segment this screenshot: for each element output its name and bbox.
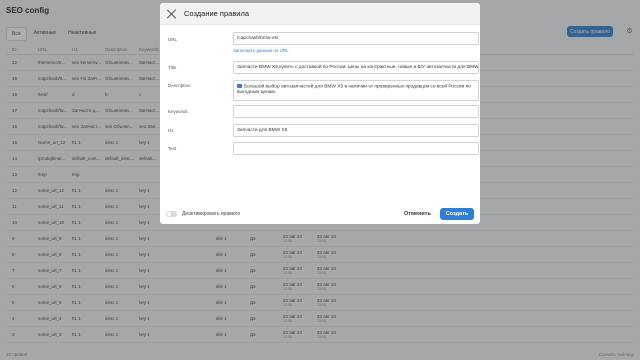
text-input[interactable]: [233, 142, 479, 155]
keywords-field-group: Keywords: [168, 104, 479, 119]
url-label: URL: [168, 37, 178, 42]
modal-footer: Деактивировать правило Отменить Создать: [160, 203, 480, 224]
fill-by-url-link[interactable]: Заполнить данные по URL: [233, 48, 289, 53]
modal-title: Создание правила: [184, 9, 250, 18]
text-label: Text: [168, 146, 177, 151]
keywords-label: Keywords: [168, 109, 188, 114]
title-field-group: Title Запчасти BMW X5 купить с доставкой…: [168, 60, 479, 75]
h1-label: H1: [168, 128, 174, 133]
keywords-input[interactable]: [233, 105, 479, 118]
url-field-group: URL /capchasb/bmw-x5/ Заполнить данные п…: [168, 31, 479, 57]
cancel-button[interactable]: Отменить: [404, 211, 431, 217]
create-rule-modal: Создание правила URL /capchasb/bmw-x5/ З…: [160, 3, 480, 224]
flag-icon: [237, 84, 242, 88]
create-button[interactable]: Создать: [440, 207, 474, 220]
deactivate-toggle[interactable]: [166, 210, 177, 217]
description-label: Description: [168, 83, 191, 88]
close-icon[interactable]: [167, 9, 177, 19]
description-field-group: Description Большой выбор автозапчастей …: [168, 79, 479, 103]
title-label: Title: [168, 65, 177, 70]
text-field-group: Text: [168, 141, 479, 156]
description-text: Большой выбор автозапчастей для BMW X5 в…: [237, 84, 471, 96]
url-input[interactable]: /capchasb/bmw-x5/: [233, 32, 479, 45]
h1-input[interactable]: Запчасти для BMW X5: [233, 124, 479, 137]
title-input[interactable]: Запчасти BMW X5 купить с доставкой по Ро…: [233, 61, 479, 74]
h1-field-group: H1 Запчасти для BMW X5: [168, 123, 479, 138]
description-textarea[interactable]: Большой выбор автозапчастей для BMW X5 в…: [233, 80, 479, 101]
modal-header: Создание правила: [160, 3, 480, 25]
deactivate-label: Деактивировать правило: [182, 210, 241, 217]
